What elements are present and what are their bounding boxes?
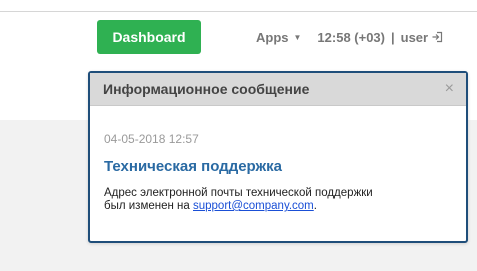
- clock-time: 12:58 (+03): [317, 29, 385, 45]
- logout-icon[interactable]: [431, 31, 443, 43]
- message-text: Адрес электронной почты технической подд…: [104, 187, 452, 213]
- apps-menu[interactable]: Apps ▼: [256, 30, 301, 45]
- message-date: 04-05-2018 12:57: [104, 132, 199, 146]
- apps-label: Apps: [256, 29, 289, 45]
- message-text-line1: Адрес электронной почты технической подд…: [104, 187, 373, 199]
- chevron-down-icon: ▼: [293, 32, 302, 42]
- dashboard-button[interactable]: Dashboard: [97, 20, 201, 54]
- dialog-body: 04-05-2018 12:57 Техническая поддержка А…: [90, 106, 466, 213]
- support-email-link[interactable]: support@company.com: [193, 200, 314, 212]
- dialog-title: Информационное сообщение: [103, 81, 310, 97]
- user-label: user: [400, 29, 429, 45]
- header-divider: [0, 11, 477, 12]
- message-text-suffix: .: [313, 200, 317, 212]
- dialog-header: Информационное сообщение ×: [90, 73, 466, 106]
- info-message-dialog: Информационное сообщение × 04-05-2018 12…: [88, 71, 468, 243]
- message-text-line2: был изменен на: [104, 200, 193, 212]
- message-subject: Техническая поддержка: [104, 158, 283, 175]
- separator: |: [391, 29, 395, 45]
- close-icon[interactable]: ×: [445, 81, 454, 97]
- header-toolbar: Apps ▼ 12:58 (+03) | user: [256, 29, 443, 45]
- user-menu[interactable]: user: [401, 30, 443, 45]
